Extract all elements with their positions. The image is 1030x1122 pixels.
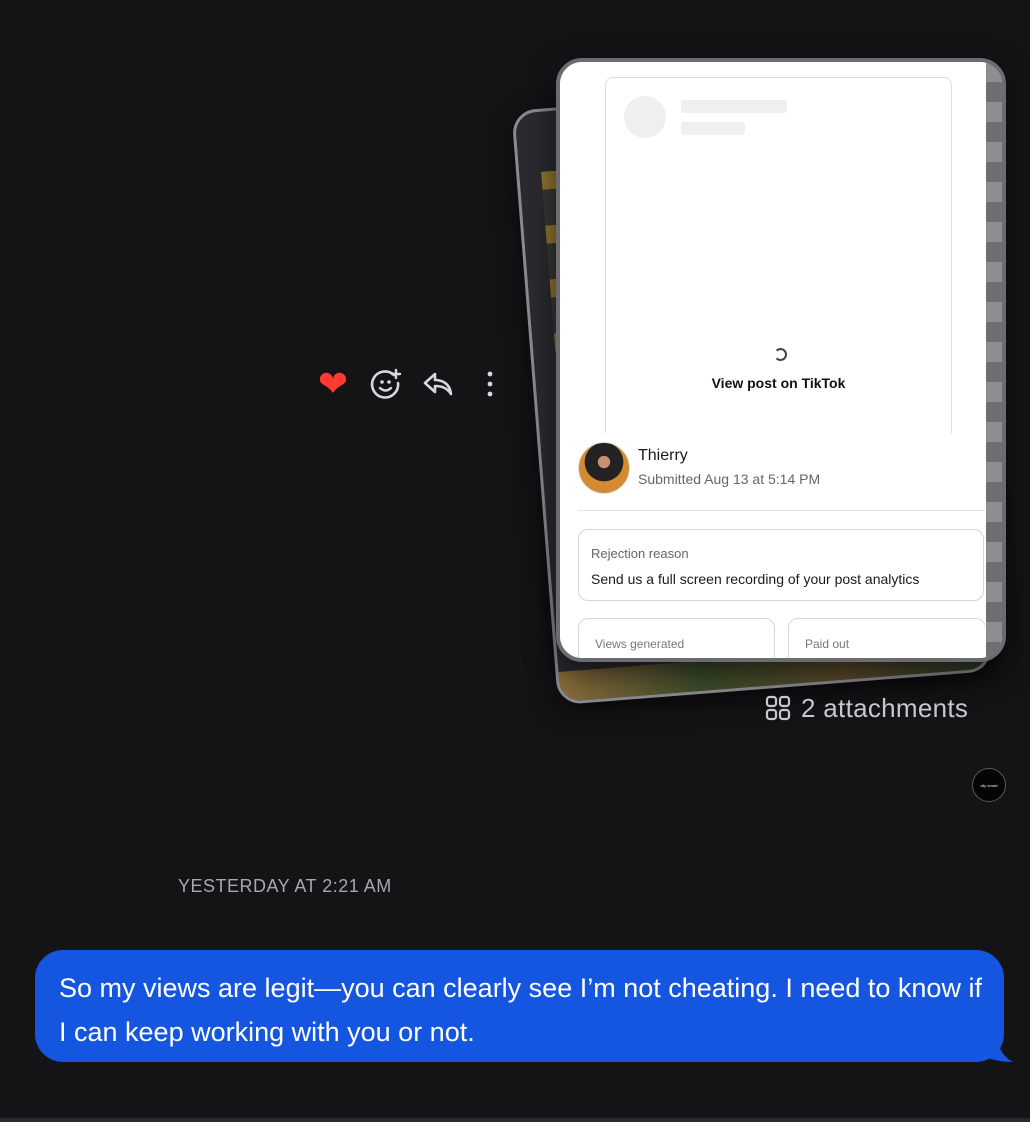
add-reaction-button[interactable] (368, 362, 404, 406)
reply-button[interactable] (418, 362, 458, 406)
emoji-add-icon (370, 368, 402, 399)
paid-out-label: Paid out (805, 637, 850, 651)
grid-icon (765, 695, 791, 721)
rejection-card: Rejection reason Send us a full screen r… (578, 529, 984, 601)
message-timestamp: YESTERDAY AT 2:21 AM (178, 876, 392, 896)
screenshot-edge (986, 62, 1002, 658)
divider (578, 510, 985, 511)
attachment-stack[interactable]: View post on TikTok Thierry Submitted Au… (511, 55, 1010, 706)
bubble-tail (975, 1022, 1013, 1062)
sender-avatar-logo: clip smart (980, 782, 998, 788)
views-generated-label: Views generated (595, 637, 685, 651)
embed-subtitle-placeholder (681, 122, 745, 135)
bottom-divider (0, 1118, 1030, 1122)
rejection-label: Rejection reason (591, 546, 689, 561)
submitted-date: Submitted Aug 13 at 5:14 PM (638, 471, 821, 487)
more-options-button[interactable] (474, 362, 506, 406)
rejection-text: Send us a full screen recording of your … (591, 571, 920, 587)
message-actions: ❤ (310, 362, 510, 406)
reply-icon (423, 372, 453, 396)
submitter-avatar (578, 442, 630, 494)
more-vertical-icon (487, 371, 493, 397)
embed-avatar-placeholder (624, 96, 666, 138)
sender-avatar[interactable]: clip smart (972, 768, 1006, 802)
tiktok-embed[interactable]: View post on TikTok (605, 77, 952, 433)
view-post-link[interactable]: View post on TikTok (606, 375, 951, 391)
attachments-button[interactable]: 2 attachments (765, 690, 968, 726)
paid-out-card: Paid out (788, 618, 985, 658)
loading-spinner-icon (774, 348, 787, 361)
attachments-label: 2 attachments (801, 692, 969, 723)
message-bubble[interactable]: So my views are legit—you can clearly se… (35, 950, 1004, 1062)
attachment-thumbnail-front[interactable]: View post on TikTok Thierry Submitted Au… (556, 58, 1006, 662)
message-text: So my views are legit—you can clearly se… (59, 973, 982, 1047)
views-generated-card: Views generated (578, 618, 775, 658)
heart-reaction-button[interactable]: ❤ (310, 362, 356, 406)
screenshot-preview: View post on TikTok Thierry Submitted Au… (560, 62, 985, 658)
submitter-name: Thierry (638, 447, 688, 464)
embed-title-placeholder (681, 100, 787, 113)
